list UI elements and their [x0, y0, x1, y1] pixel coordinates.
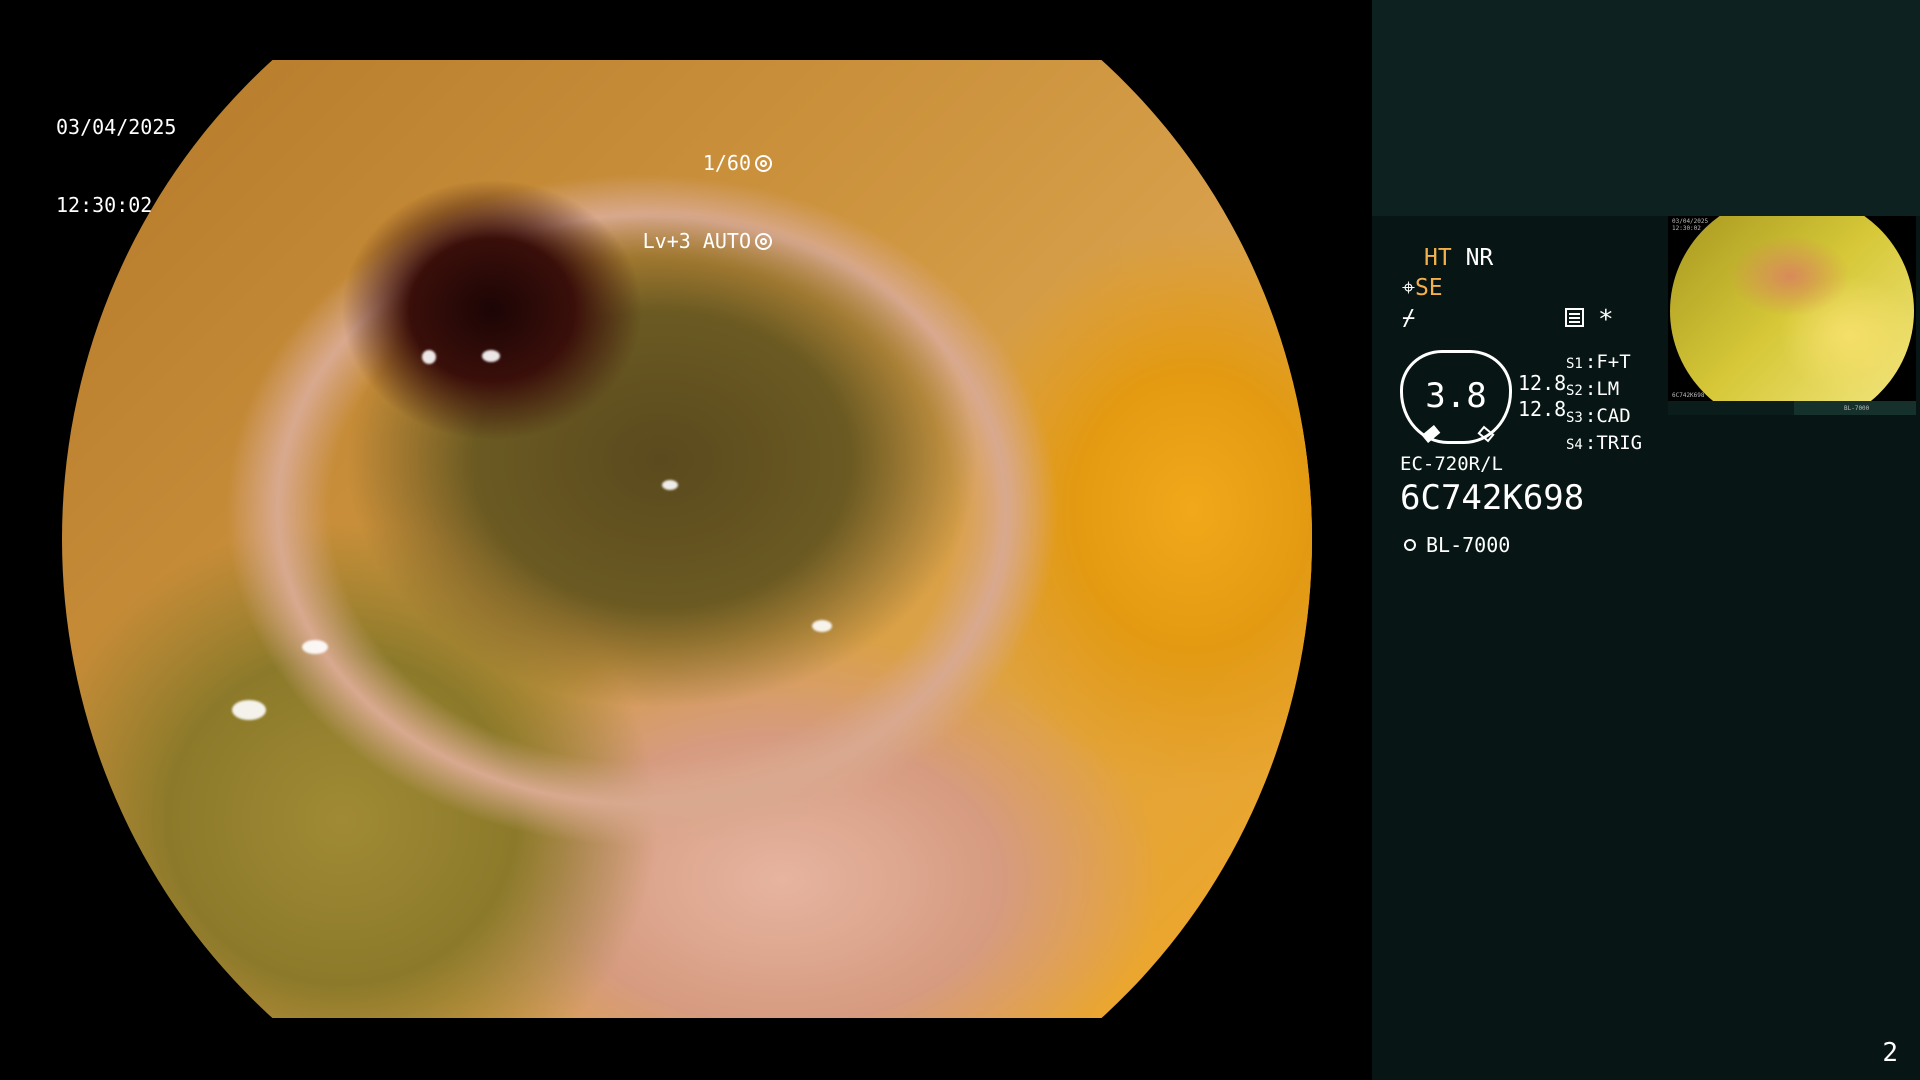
shutter-speed: 1/60 [702, 151, 751, 175]
thumbnail-serial: 6C742K698 [1672, 392, 1705, 399]
scene-item: S4:TRIG [1566, 432, 1643, 454]
light-source-icon [1400, 535, 1420, 555]
thumbnail-time: 12:30:02 [1672, 225, 1701, 232]
processing-modes: HT NR [1424, 244, 1493, 272]
scope-model: EC-720R/L [1400, 453, 1503, 475]
asterisk-icon: * [1598, 305, 1614, 335]
panel-header [1372, 0, 1920, 216]
thumbnail-status-bar: BL-7000 [1668, 401, 1916, 415]
thumbnail-image [1670, 216, 1914, 401]
specular-highlight [662, 480, 678, 490]
structure-enhance-row: ⌖SE [1402, 274, 1443, 302]
specular-highlight [422, 350, 436, 364]
thumbnail-light-source: BL-7000 [1844, 405, 1870, 412]
specular-highlight [232, 700, 266, 720]
light-source-label: BL-7000 [1426, 533, 1511, 557]
info-panel: 03/04/2025 12:30:02 6C742K698 BL-7000 HT… [1372, 0, 1920, 1080]
scope-serial: 6C742K698 [1400, 478, 1585, 518]
light-source-row: BL-7000 [1400, 533, 1510, 557]
flash-icon: ⌿ [1402, 306, 1416, 331]
specular-highlight [302, 640, 328, 654]
scene-item: S1:F+T [1566, 351, 1631, 373]
scene-switch-list: S1:F+T S2:LM S3:CAD S4:TRIG [1566, 350, 1642, 458]
specular-highlight [812, 620, 832, 632]
iris-row: Lv+3 AUTO [643, 228, 772, 254]
mode-se: SE [1414, 275, 1443, 301]
thumbnail-date: 03/04/2025 [1672, 218, 1709, 225]
thumbnail-preview: 03/04/2025 12:30:02 6C742K698 [1668, 216, 1916, 401]
gauge-number-2: 12.8 [1518, 397, 1567, 421]
shutter-row: 1/60 [643, 150, 772, 176]
gauge-indicator-right [1477, 425, 1495, 443]
scene-item: S2:LM [1566, 378, 1620, 400]
iris-mode: Lv+3 AUTO [642, 229, 751, 253]
image-memory-icon [1565, 308, 1584, 327]
gauge-value: 3.8 [1425, 376, 1487, 416]
structure-enhance-icon: ⌖ [1402, 275, 1415, 301]
specular-highlight [482, 350, 500, 362]
shutter-icon [755, 154, 772, 172]
page-number: 2 [1882, 1038, 1898, 1068]
gauge-number-1: 12.8 [1518, 371, 1567, 395]
zoom-gauge: 3.8 [1400, 350, 1512, 444]
gauge-numbers: 12.8 12.8 [1518, 370, 1566, 422]
scene-item: S3:CAD [1566, 405, 1631, 427]
exposure-info: 1/60 Lv+3 AUTO [643, 98, 772, 306]
gauge-indicator-left [1421, 425, 1441, 443]
mode-nr: NR [1465, 245, 1494, 271]
endoscope-view: 03/04/2025 12:30:02 1/60 Lv+3 AUTO [0, 0, 1372, 1080]
auto-iris-icon [755, 232, 772, 250]
thumbnail-status-segment [1668, 401, 1794, 415]
mode-ht: HT [1424, 245, 1452, 271]
date-text: 03/04/2025 [56, 115, 177, 139]
timestamp: 03/04/2025 12:30:02 [56, 62, 176, 270]
time-text: 12:30:02 [56, 193, 153, 217]
